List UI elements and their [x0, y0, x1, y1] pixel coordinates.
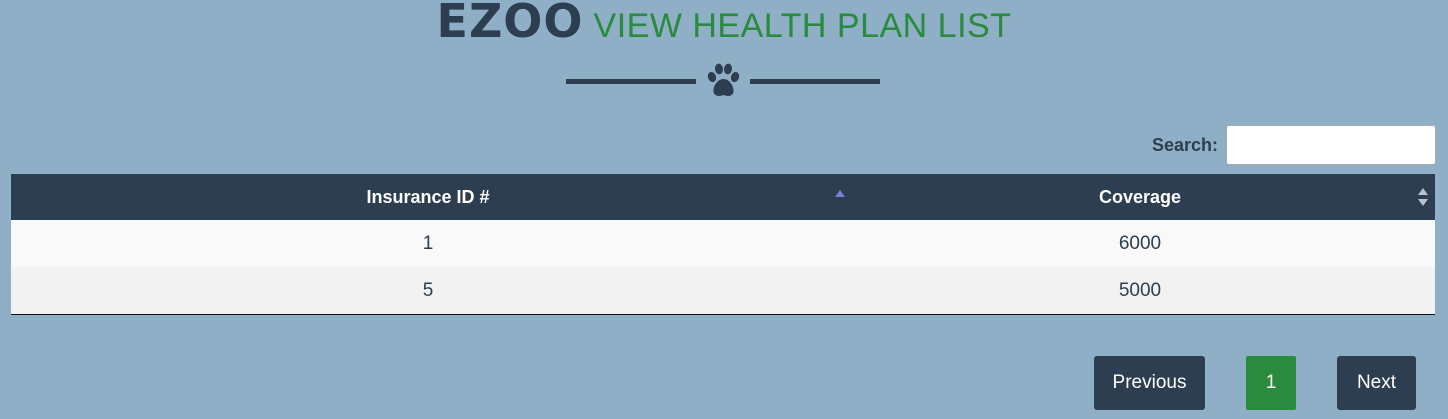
- next-button[interactable]: Next: [1337, 356, 1416, 410]
- title-line: EZOO VIEW HEALTH PLAN LIST: [0, 0, 1448, 48]
- coverage-cell: 6000: [845, 220, 1435, 267]
- paw-divider: [566, 62, 880, 102]
- insurance-id-cell: 1: [11, 220, 845, 267]
- paw-icon: [707, 63, 740, 96]
- table-row: 5 5000: [11, 267, 1435, 315]
- coverage-cell: 5000: [845, 267, 1435, 315]
- page-1-button[interactable]: 1: [1246, 356, 1296, 410]
- search-label: Search:: [1151, 134, 1218, 155]
- table-row: 1 6000: [11, 220, 1435, 267]
- sort-ascending-icon: [835, 190, 845, 197]
- table-header-row: Insurance ID # Coverage: [11, 174, 1435, 220]
- insurance-id-cell: 5: [11, 267, 845, 315]
- column-header-coverage[interactable]: Coverage: [845, 174, 1435, 220]
- divider-line-left: [566, 79, 696, 84]
- column-header-insurance-id[interactable]: Insurance ID #: [11, 174, 845, 220]
- search-area: Search:: [1152, 124, 1436, 166]
- column-header-label: Insurance ID #: [366, 186, 490, 207]
- brand-title: EZOO: [436, 0, 584, 48]
- page-subtitle: VIEW HEALTH PLAN LIST: [593, 7, 1012, 45]
- previous-button[interactable]: Previous: [1094, 356, 1205, 410]
- search-input[interactable]: [1226, 125, 1436, 165]
- sort-both-icon: [1418, 188, 1428, 206]
- column-header-label: Coverage: [1098, 186, 1182, 207]
- divider-line-right: [750, 79, 880, 84]
- pagination: Previous 1 Next: [0, 356, 1448, 410]
- health-plan-table: Insurance ID # Coverage 1 6000 5 5000: [11, 174, 1435, 315]
